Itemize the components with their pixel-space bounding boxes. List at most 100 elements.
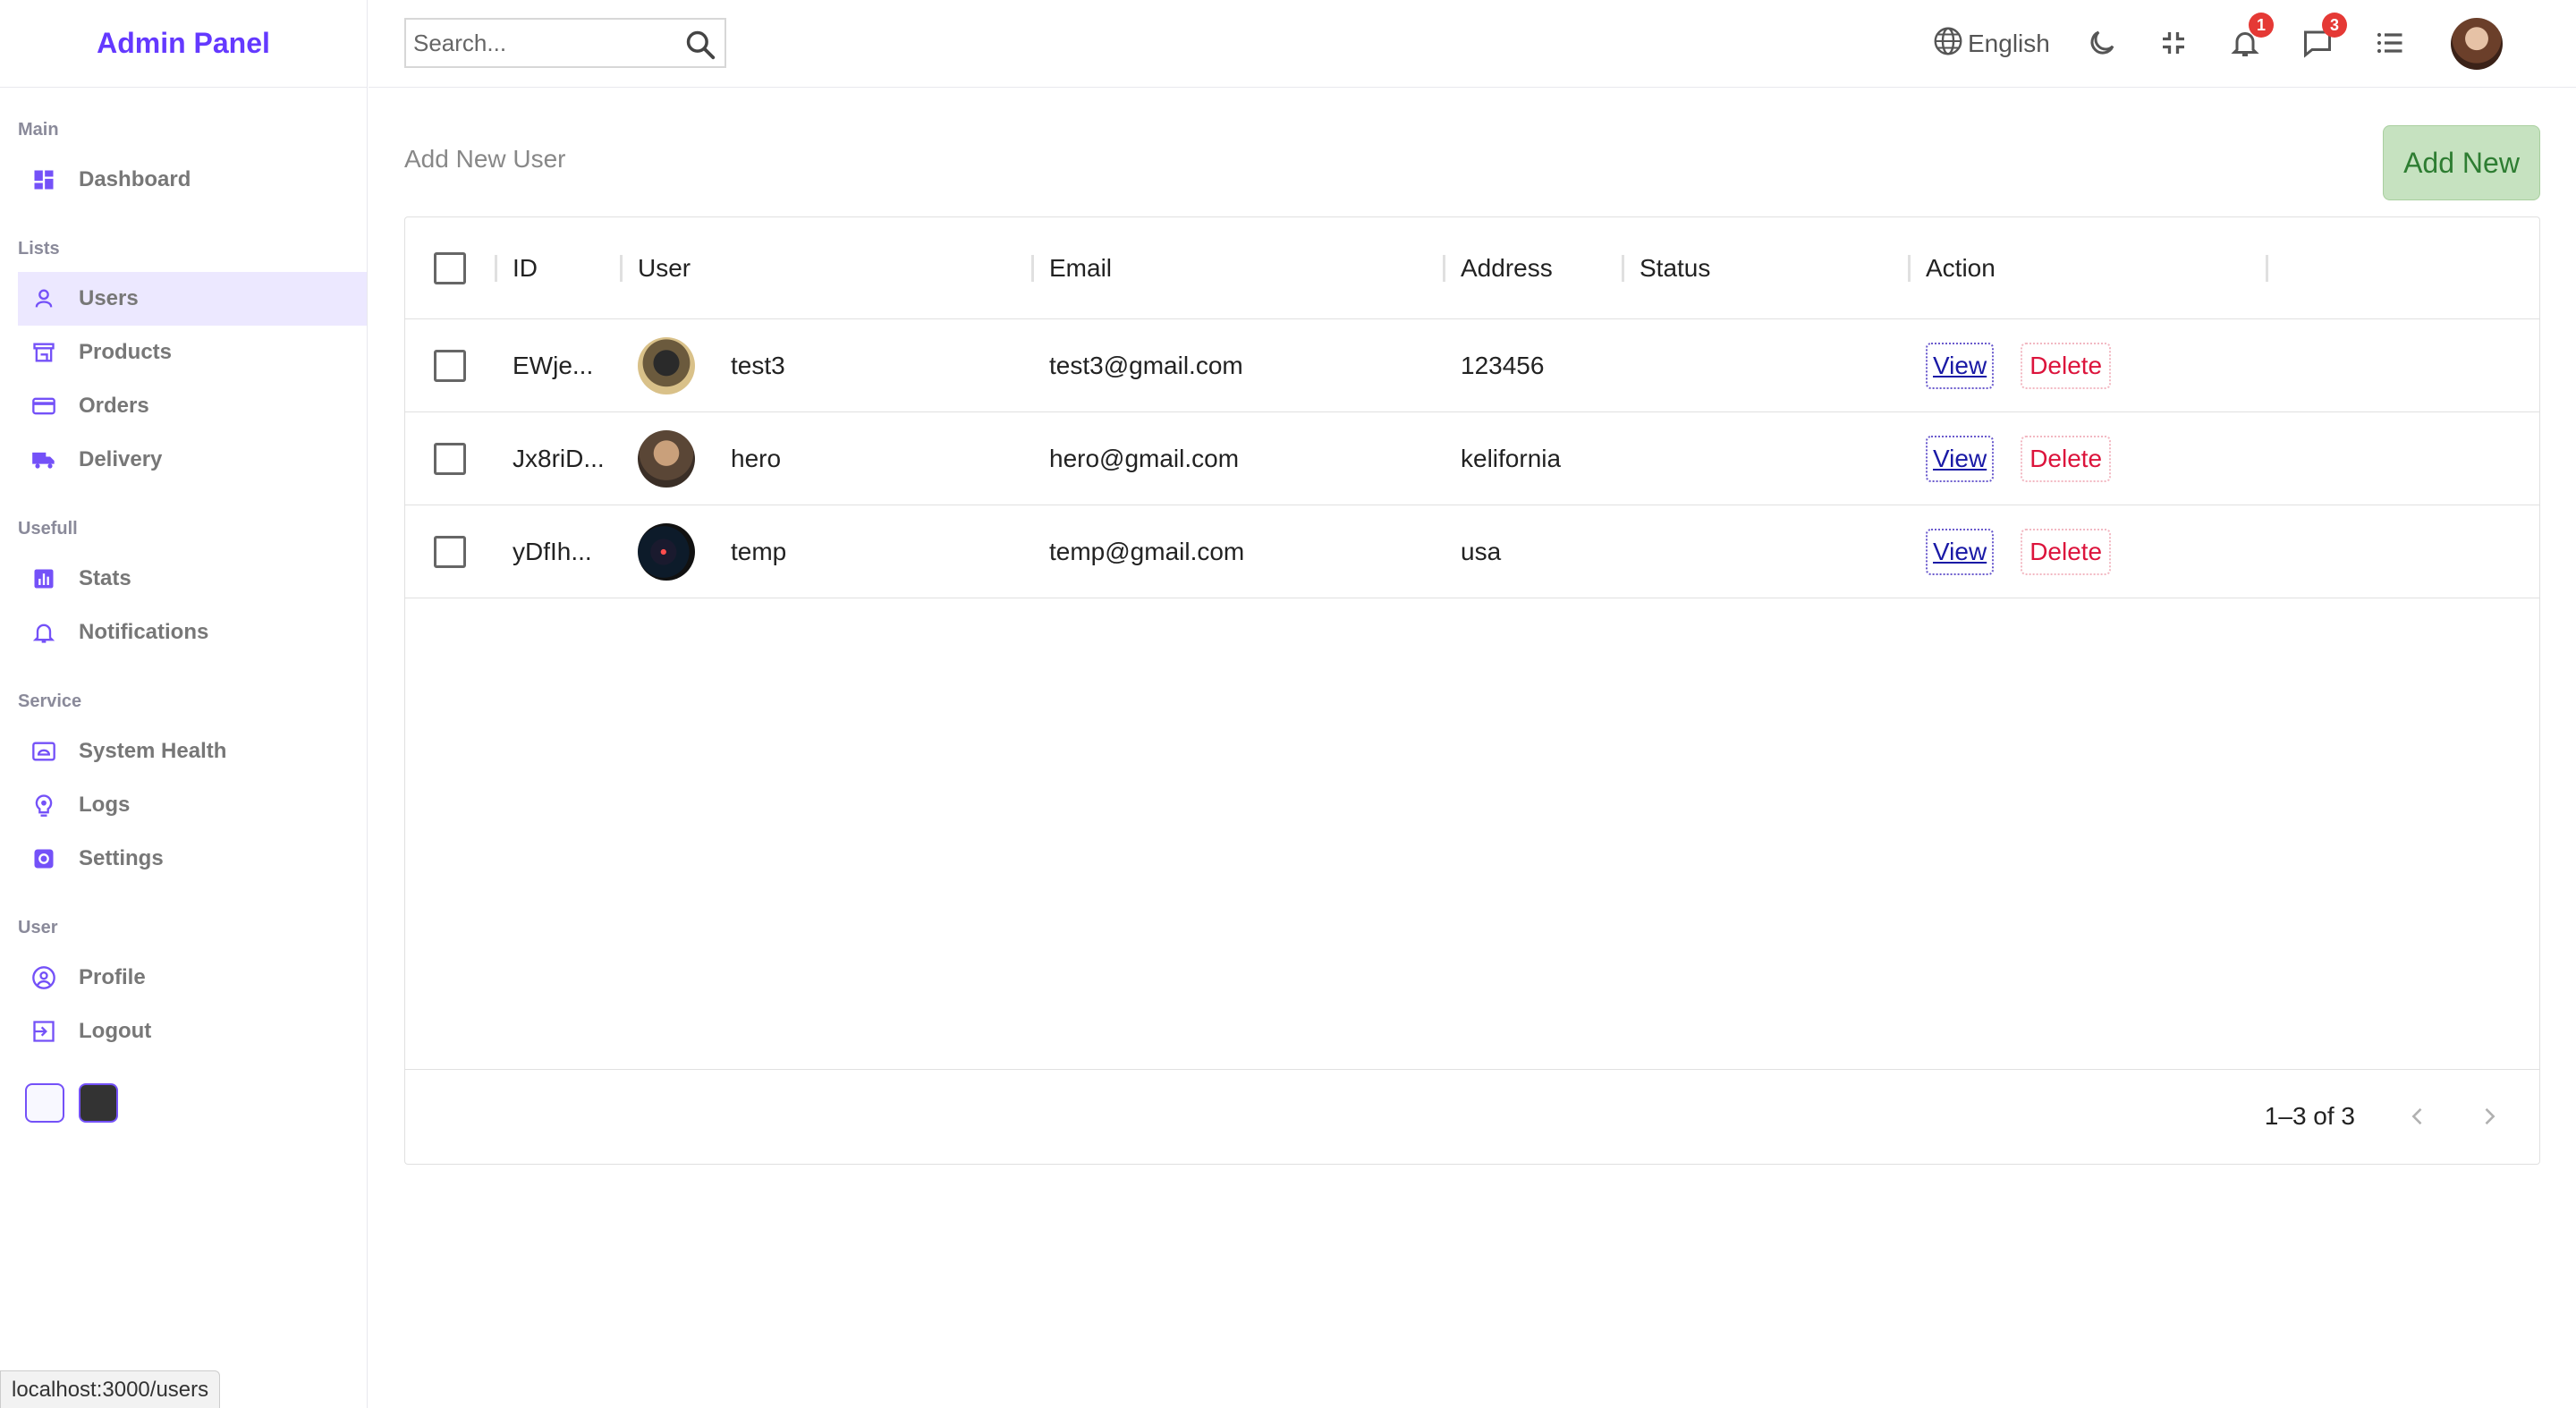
column-separator[interactable]	[620, 255, 623, 282]
sidebar-item-label: Delivery	[79, 447, 163, 471]
username: temp	[731, 538, 787, 565]
notifications-badge: 1	[2249, 13, 2274, 38]
settings-icon	[30, 845, 57, 872]
sidebar-item-logout[interactable]: Logout	[18, 1005, 367, 1058]
profile-icon	[30, 964, 57, 991]
column-header-status[interactable]: Status	[1640, 217, 1710, 319]
table-row[interactable]: Jx8riD... hero hero@gmail.com kelifornia…	[405, 412, 2539, 505]
delete-button[interactable]: Delete	[2021, 343, 2112, 389]
sidebar-item-label: Logs	[79, 793, 131, 817]
address-cell: usa	[1461, 538, 1502, 565]
section-title: User	[18, 918, 58, 937]
column-separator[interactable]	[1622, 255, 1624, 282]
sidebar-item-system-health[interactable]: System Health	[18, 725, 367, 778]
notifications-button[interactable]: 1	[2229, 13, 2274, 64]
fullscreen-exit-button[interactable]	[2157, 27, 2190, 64]
sidebar-item-dashboard[interactable]: Dashboard	[18, 153, 367, 207]
sidebar-item-products[interactable]: Products	[18, 326, 367, 379]
column-header-user[interactable]: User	[638, 217, 691, 319]
sidebar-item-notifications[interactable]: Notifications	[18, 606, 367, 659]
column-separator[interactable]	[1443, 255, 1445, 282]
sidebar-item-logs[interactable]: Logs	[18, 778, 367, 832]
user-avatar[interactable]	[2451, 18, 2503, 70]
search-input[interactable]	[413, 29, 673, 57]
sidebar-section-service: Service System Health Logs Settings	[0, 691, 367, 886]
view-button[interactable]: View	[1926, 529, 1995, 575]
column-header-email[interactable]: Email	[1049, 217, 1112, 319]
credit-card-icon	[30, 393, 57, 420]
column-header-address[interactable]: Address	[1461, 217, 1553, 319]
sidebar-item-label: Products	[79, 340, 173, 364]
row-select-cell	[434, 319, 466, 412]
view-button[interactable]: View	[1926, 436, 1995, 482]
language-selector[interactable]: English	[1932, 25, 2050, 62]
menu-button[interactable]	[2372, 27, 2408, 64]
truck-icon	[30, 446, 57, 473]
row-checkbox[interactable]	[434, 350, 466, 382]
view-button[interactable]: View	[1926, 343, 1995, 389]
messages-button[interactable]: 3	[2301, 13, 2347, 64]
sidebar-item-label: Settings	[79, 846, 164, 870]
column-header-action[interactable]: Action	[1926, 217, 1996, 319]
previous-page-button[interactable]	[2400, 1098, 2436, 1134]
dark-theme-swatch[interactable]	[79, 1083, 118, 1123]
logs-icon	[30, 792, 57, 819]
avatar	[638, 523, 695, 581]
column-separator[interactable]	[2266, 255, 2268, 282]
sidebar-item-orders[interactable]: Orders	[18, 379, 367, 433]
table-row[interactable]: EWje... test3 test3@gmail.com 123456 Vie…	[405, 319, 2539, 412]
sidebar-item-users[interactable]: Users	[18, 272, 367, 326]
delete-button[interactable]: Delete	[2021, 436, 2112, 482]
sidebar-item-label: Notifications	[79, 620, 209, 644]
sidebar-item-stats[interactable]: Stats	[18, 552, 367, 606]
browser-status-url: localhost:3000/users	[0, 1370, 221, 1408]
section-title: Main	[18, 120, 59, 140]
username: hero	[731, 445, 782, 472]
topbar: English 1 3	[369, 0, 2576, 88]
sidebar-item-label: System Health	[79, 739, 227, 763]
dark-mode-toggle[interactable]	[2086, 27, 2118, 64]
column-header-id[interactable]: ID	[513, 217, 538, 319]
pagination-label: 1–3 of 3	[2264, 1102, 2355, 1130]
column-separator[interactable]	[1908, 255, 1911, 282]
table-row[interactable]: yDfIh... temp temp@gmail.com usa View De…	[405, 505, 2539, 598]
user-cell: temp	[638, 505, 786, 598]
action-cell: View Delete	[1926, 319, 2112, 412]
language-label: English	[1968, 29, 2050, 57]
id-cell: yDfIh...	[513, 538, 592, 565]
sidebar-item-profile[interactable]: Profile	[18, 951, 367, 1005]
address-cell: 123456	[1461, 352, 1545, 379]
theme-switcher	[25, 1083, 367, 1123]
sidebar-item-delivery[interactable]: Delivery	[18, 433, 367, 487]
sidebar-section-main: Main Dashboard	[0, 120, 367, 207]
messages-badge: 3	[2322, 13, 2347, 38]
email-cell: temp@gmail.com	[1049, 538, 1245, 565]
id-cell: EWje...	[513, 352, 594, 379]
sidebar: Admin Panel Main Dashboard Lists Users P…	[0, 0, 368, 1408]
sidebar-item-label: Orders	[79, 394, 149, 418]
dashboard-icon	[30, 166, 57, 193]
email-cell: test3@gmail.com	[1049, 352, 1243, 379]
row-checkbox[interactable]	[434, 536, 466, 568]
delete-button[interactable]: Delete	[2021, 529, 2112, 575]
list-icon	[2372, 27, 2408, 64]
column-separator[interactable]	[1031, 255, 1034, 282]
main-content: Add New User Add New ID User Email Addre…	[369, 88, 2576, 1408]
select-all-cell	[434, 217, 466, 319]
select-all-checkbox[interactable]	[434, 252, 466, 284]
app-logo[interactable]: Admin Panel	[97, 27, 270, 60]
user-cell: hero	[638, 412, 781, 505]
sidebar-item-label: Dashboard	[79, 167, 191, 191]
row-checkbox[interactable]	[434, 443, 466, 475]
next-page-button[interactable]	[2471, 1098, 2507, 1134]
light-theme-swatch[interactable]	[25, 1083, 64, 1123]
sidebar-header: Admin Panel	[0, 0, 367, 88]
avatar	[638, 430, 695, 488]
sidebar-section-lists: Lists Users Products Orders Delivery	[0, 239, 367, 487]
user-cell: test3	[638, 319, 785, 412]
column-separator[interactable]	[495, 255, 497, 282]
add-new-button[interactable]: Add New	[2383, 125, 2540, 200]
sidebar-section-usefull: Usefull Stats Notifications	[0, 519, 367, 659]
search-icon[interactable]	[683, 28, 717, 66]
sidebar-item-settings[interactable]: Settings	[18, 832, 367, 886]
